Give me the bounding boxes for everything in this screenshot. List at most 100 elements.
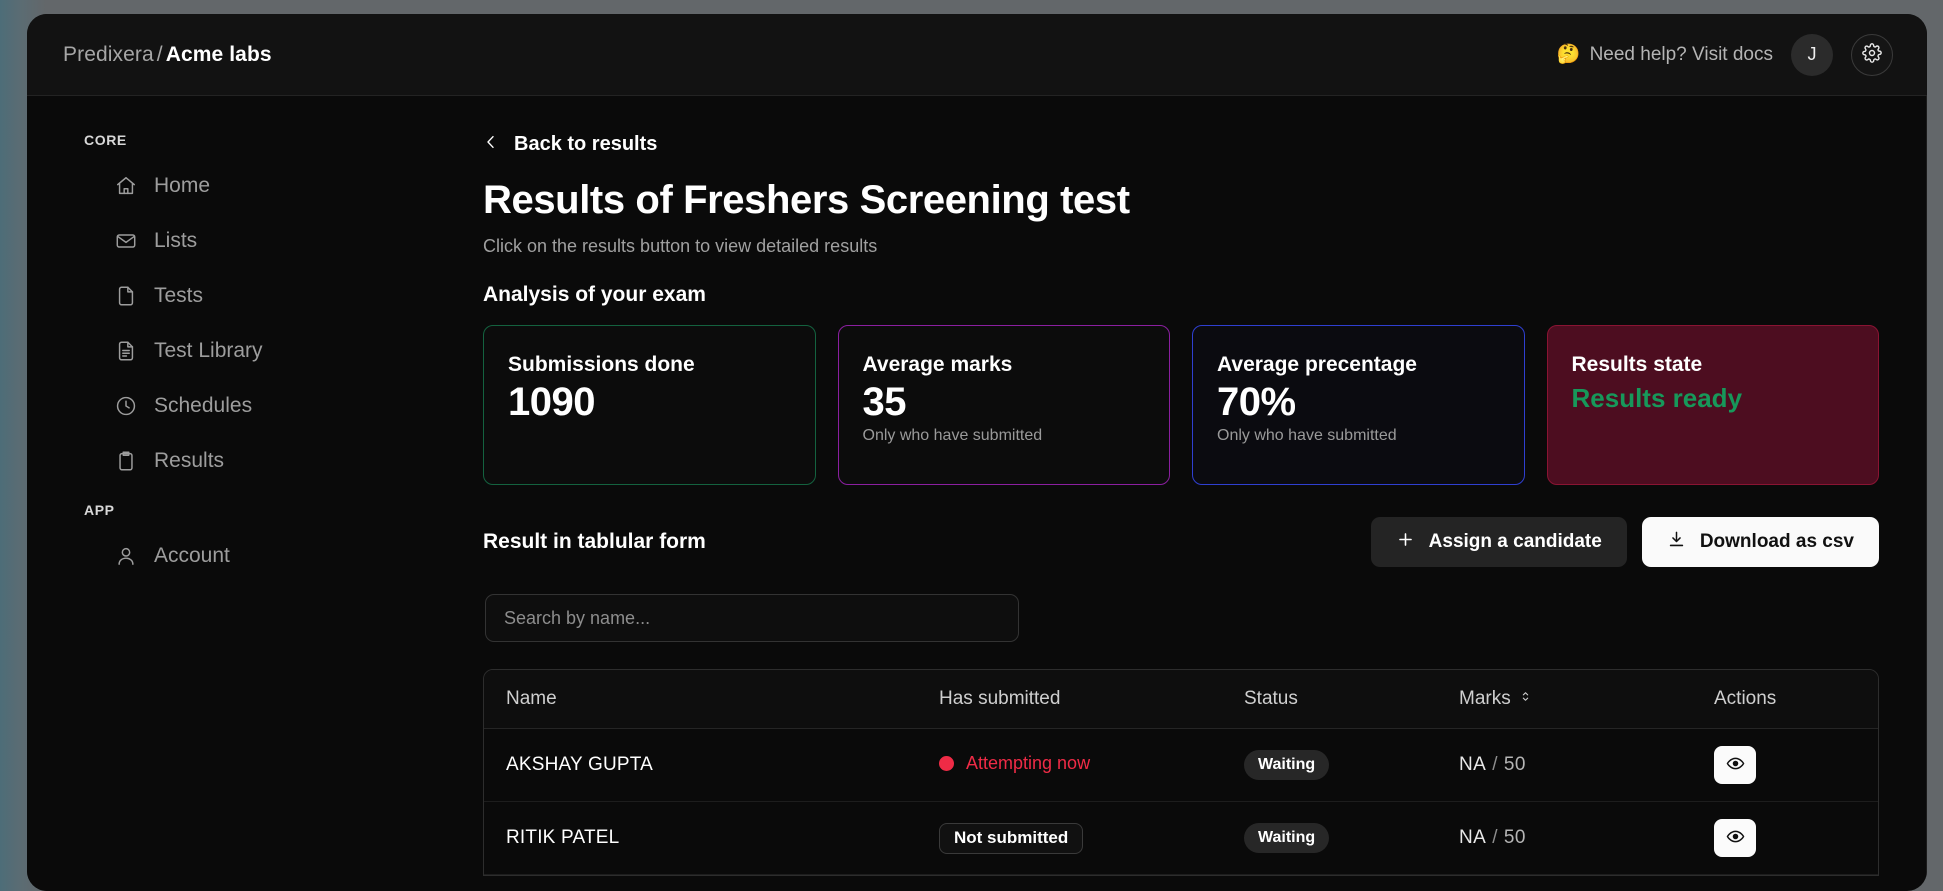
eye-icon [1726, 754, 1745, 776]
sidebar-item-home[interactable]: Home [27, 158, 447, 213]
sidebar-section-core-label: CORE [27, 118, 447, 158]
stat-card-value: 1090 [508, 379, 791, 425]
stat-card-title: Submissions done [508, 353, 791, 377]
help-docs-link[interactable]: 🤔 Need help? Visit docs [1557, 44, 1773, 66]
sidebar-item-results[interactable]: Results [27, 433, 447, 488]
file-text-icon [115, 340, 137, 362]
sidebar-section-app-label: APP [27, 488, 447, 528]
table-body: AKSHAY GUPTA Attempting now Waiting [484, 729, 1878, 875]
home-icon [115, 175, 137, 197]
column-header-marks: Marks [1459, 670, 1714, 729]
sort-updown-icon [1519, 688, 1532, 710]
back-to-results-link[interactable]: Back to results [483, 133, 657, 156]
page-title: Results of Freshers Screening test [483, 178, 1879, 223]
stat-card-note: Only who have submitted [1217, 427, 1500, 445]
column-header-name: Name [484, 670, 939, 729]
avatar[interactable]: J [1791, 34, 1833, 76]
sidebar-item-test-library[interactable]: Test Library [27, 323, 447, 378]
marks-total: 50 [1504, 754, 1526, 775]
plus-icon [1396, 530, 1415, 555]
stat-card-title: Results state [1572, 353, 1855, 377]
cell-name: AKSHAY GUPTA [484, 729, 939, 802]
user-icon [115, 545, 137, 567]
sidebar-item-lists[interactable]: Lists [27, 213, 447, 268]
stat-card-value: 35 [863, 379, 1146, 425]
marks-separator: / [1486, 827, 1504, 848]
sidebar-item-label: Tests [154, 284, 203, 308]
table-header: Name Has submitted Status Marks [484, 670, 1878, 729]
attempting-now-label: Attempting now [966, 753, 1090, 774]
sidebar-item-label: Lists [154, 229, 197, 253]
envelope-icon [115, 230, 137, 252]
chevron-left-icon [483, 133, 499, 156]
stat-card-title: Average precentage [1217, 353, 1500, 377]
search-area [483, 594, 1879, 642]
settings-button[interactable] [1851, 34, 1893, 76]
stat-card-title: Average marks [863, 353, 1146, 377]
top-bar-actions: 🤔 Need help? Visit docs J [1557, 34, 1893, 76]
view-result-button[interactable] [1714, 746, 1756, 784]
cell-status: Waiting [1244, 802, 1459, 875]
cell-has-submitted: Attempting now [939, 729, 1244, 802]
download-csv-button[interactable]: Download as csv [1642, 517, 1879, 567]
breadcrumb-separator: / [154, 43, 166, 66]
table-header-row: Name Has submitted Status Marks [484, 670, 1878, 729]
marks-total: 50 [1504, 827, 1526, 848]
status-dot-icon [939, 756, 954, 771]
table-toolbar-actions: Assign a candidate Download as csv [1371, 517, 1879, 567]
cell-actions [1714, 802, 1878, 875]
sidebar-item-label: Home [154, 174, 210, 198]
app-window: Predixera/Acme labs 🤔 Need help? Visit d… [27, 14, 1927, 891]
thinking-face-icon: 🤔 [1557, 45, 1581, 64]
cell-marks: NA/50 [1459, 802, 1714, 875]
cell-has-submitted: Not submitted [939, 802, 1244, 875]
column-header-actions: Actions [1714, 670, 1878, 729]
sidebar-item-label: Account [154, 544, 230, 568]
table-row[interactable]: AKSHAY GUPTA Attempting now Waiting [484, 729, 1878, 802]
clipboard-icon [115, 450, 137, 472]
assign-candidate-button[interactable]: Assign a candidate [1371, 517, 1627, 567]
desktop-background: Predixera/Acme labs 🤔 Need help? Visit d… [0, 0, 1943, 891]
stat-card-results-state: Results state Results ready [1547, 325, 1880, 485]
results-table: Name Has submitted Status Marks [484, 670, 1878, 875]
download-icon [1667, 530, 1686, 555]
marks-value: NA [1459, 754, 1486, 775]
sidebar-item-label: Schedules [154, 394, 252, 418]
breadcrumb-workspace[interactable]: Acme labs [166, 43, 272, 66]
gear-icon [1862, 43, 1882, 66]
sidebar: CORE Home Lists Tests [27, 96, 447, 891]
status-badge: Waiting [1244, 750, 1329, 780]
sidebar-item-tests[interactable]: Tests [27, 268, 447, 323]
download-csv-label: Download as csv [1700, 531, 1854, 553]
view-result-button[interactable] [1714, 819, 1756, 857]
stat-card-note: Only who have submitted [863, 427, 1146, 445]
stat-cards-row: Submissions done 1090 Average marks 35 O… [483, 325, 1879, 485]
stat-card-submissions-done: Submissions done 1090 [483, 325, 816, 485]
stat-card-average-percentage: Average precentage 70% Only who have sub… [1192, 325, 1525, 485]
help-docs-label: Need help? Visit docs [1590, 44, 1773, 66]
file-icon [115, 285, 137, 307]
status-badge: Waiting [1244, 823, 1329, 853]
top-bar: Predixera/Acme labs 🤔 Need help? Visit d… [27, 14, 1927, 96]
table-heading: Result in tablular form [483, 530, 706, 554]
sidebar-item-label: Test Library [154, 339, 263, 363]
marks-value: NA [1459, 827, 1486, 848]
table-toolbar: Result in tablular form Assign a candida… [483, 517, 1879, 567]
sidebar-item-schedules[interactable]: Schedules [27, 378, 447, 433]
sidebar-item-account[interactable]: Account [27, 528, 447, 583]
not-submitted-badge: Not submitted [939, 823, 1083, 854]
stat-card-average-marks: Average marks 35 Only who have submitted [838, 325, 1171, 485]
breadcrumb-org[interactable]: Predixera [63, 43, 154, 66]
table-row[interactable]: RITIK PATEL Not submitted Waiting NA/50 [484, 802, 1878, 875]
breadcrumb: Predixera/Acme labs [63, 43, 272, 67]
attempting-now-indicator: Attempting now [939, 753, 1090, 774]
cell-status: Waiting [1244, 729, 1459, 802]
eye-icon [1726, 827, 1745, 849]
search-input[interactable] [485, 594, 1019, 642]
main-content: Back to results Results of Freshers Scre… [447, 96, 1927, 891]
marks-sort-toggle[interactable]: Marks [1459, 688, 1532, 710]
clock-icon [115, 395, 137, 417]
stat-card-value: Results ready [1572, 383, 1855, 414]
results-table-card: Name Has submitted Status Marks [483, 669, 1879, 876]
page-subtitle: Click on the results button to view deta… [483, 236, 1879, 257]
